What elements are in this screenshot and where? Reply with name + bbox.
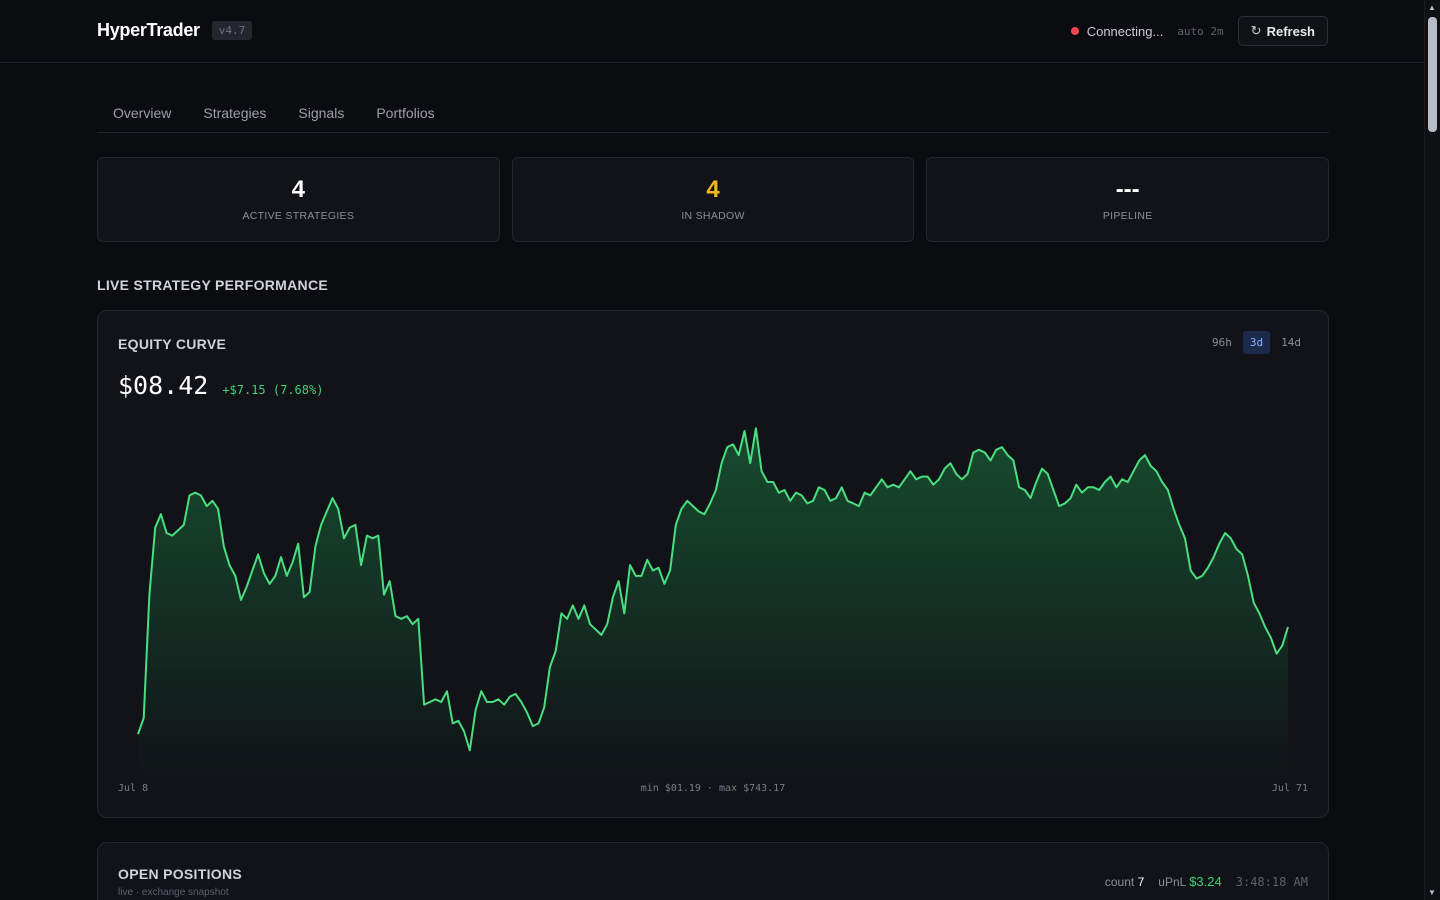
- section-title: LIVE STRATEGY PERFORMANCE: [97, 277, 329, 293]
- stat-value: 4: [706, 176, 720, 203]
- scroll-down-arrow-icon[interactable]: ▼: [1428, 888, 1436, 897]
- equity-chart: [137, 427, 1289, 781]
- stat-label: IN SHADOW: [681, 210, 745, 222]
- stat-in-shadow: 4 IN SHADOW: [511, 157, 915, 242]
- positions-upnl: uPnL $3.24: [1158, 874, 1222, 889]
- auto-refresh-interval: auto 2m: [1177, 24, 1224, 38]
- status-text: Connecting...: [1086, 23, 1164, 39]
- stat-value: 4: [291, 176, 306, 203]
- status-dot-icon: [1070, 27, 1079, 35]
- stat-pipeline: --- PIPELINE: [926, 157, 1330, 242]
- brand[interactable]: HyperTrader v4.7: [97, 20, 253, 41]
- stat-label: ACTIVE STRATEGIES: [242, 210, 355, 222]
- main-tabs: Overview Strategies Signals Portfolios: [97, 94, 1329, 133]
- stats-row: 4 ACTIVE STRATEGIES 4 IN SHADOW --- PIPE…: [97, 157, 1330, 242]
- tab-strategies[interactable]: Strategies: [187, 94, 282, 133]
- open-positions-card: OPEN POSITIONS live · exchange snapshot …: [97, 842, 1329, 900]
- equity-area: [138, 428, 1288, 781]
- refresh-button[interactable]: ↻ Refresh: [1237, 16, 1328, 46]
- refresh-icon: ↻: [1250, 23, 1262, 38]
- tab-overview[interactable]: Overview: [97, 94, 187, 133]
- stat-value: ---: [1115, 176, 1140, 203]
- x-axis-end-label: Jul 71: [1271, 783, 1308, 794]
- stat-active-strategies: 4 ACTIVE STRATEGIES: [97, 157, 500, 242]
- tab-portfolios[interactable]: Portfolios: [360, 94, 450, 133]
- snapshot-time: 3:48:18 AM: [1235, 875, 1308, 889]
- page-scrollbar[interactable]: ▲ ▼: [1424, 0, 1440, 900]
- app-page: HyperTrader v4.7 Connecting... auto 2m ↻…: [0, 0, 1424, 900]
- header-controls: Connecting... auto 2m ↻ Refresh: [1070, 16, 1328, 46]
- scrollbar-thumb[interactable]: [1428, 17, 1437, 132]
- brand-name: HyperTrader: [97, 20, 200, 40]
- version-badge: v4.7: [211, 21, 253, 40]
- stat-label: PIPELINE: [1102, 210, 1153, 222]
- count-value: 7: [1137, 875, 1145, 889]
- positions-subtitle: live · exchange snapshot: [118, 887, 229, 898]
- top-header: HyperTrader v4.7 Connecting... auto 2m ↻…: [0, 0, 1424, 63]
- refresh-label: Refresh: [1266, 23, 1315, 39]
- positions-title: OPEN POSITIONS: [118, 866, 242, 882]
- upnl-value: $3.24: [1189, 874, 1222, 889]
- connection-status: Connecting...: [1070, 23, 1164, 39]
- scroll-up-arrow-icon[interactable]: ▲: [1428, 3, 1436, 12]
- positions-count: count 7: [1104, 875, 1145, 889]
- tab-signals[interactable]: Signals: [282, 94, 360, 133]
- equity-curve-card: EQUITY CURVE 96h 3d 14d $08.42 +$7.15 (7…: [97, 310, 1329, 818]
- min-max-label: min $01.19 · max $743.17: [640, 783, 786, 794]
- positions-summary: count 7 uPnL $3.24 3:48:18 AM: [1105, 874, 1308, 889]
